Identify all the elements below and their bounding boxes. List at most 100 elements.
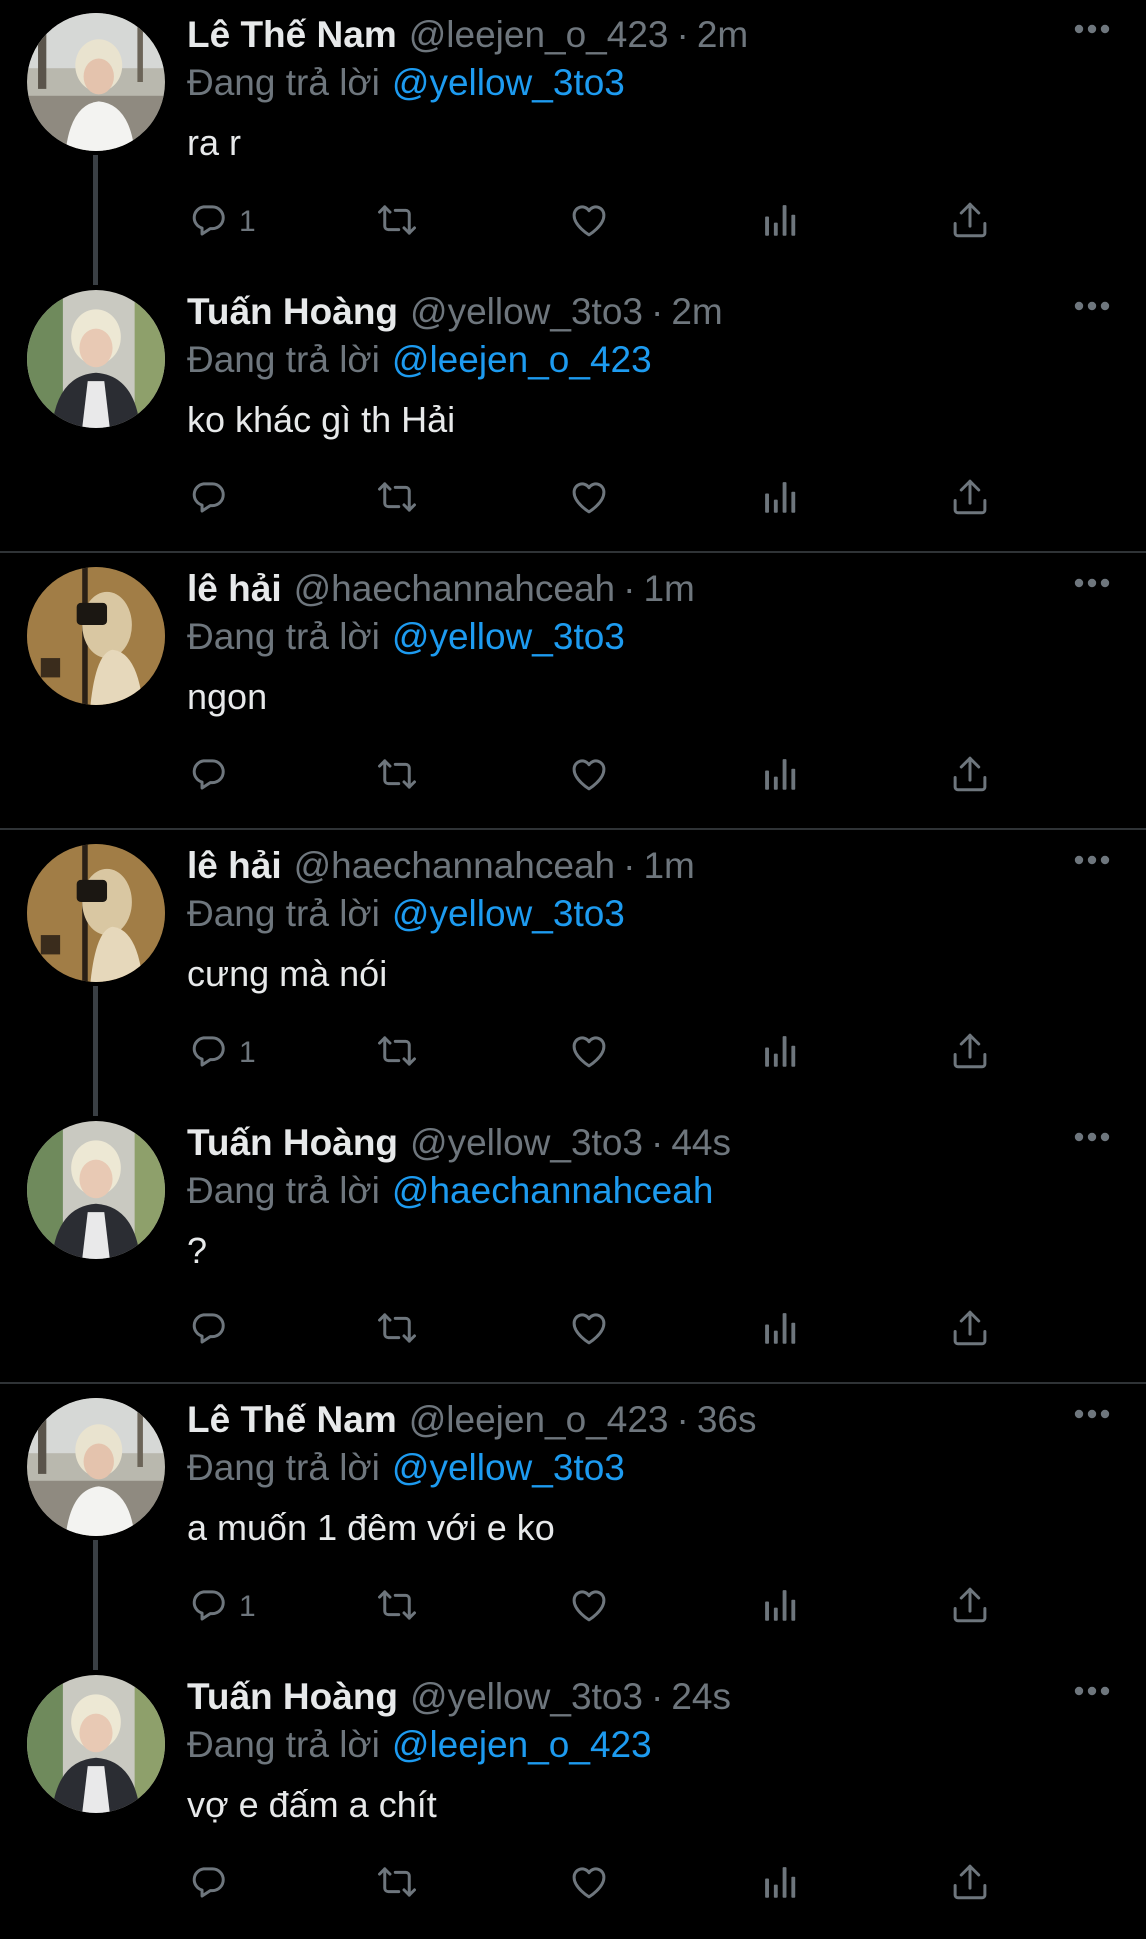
reply-button[interactable] [187,750,239,802]
share-button[interactable] [949,473,991,525]
analytics-button[interactable] [759,1027,801,1079]
avatar[interactable] [27,1121,165,1259]
tweet[interactable]: lê hải @haechannahceah · 1m Đang trả lời… [0,554,1146,831]
share-button[interactable] [949,1304,991,1356]
timestamp[interactable]: 36s [697,1399,757,1441]
reply-button[interactable]: 1 [187,1027,256,1079]
timestamp[interactable]: 2m [697,14,748,56]
user-handle[interactable]: @haechannahceah [294,568,616,610]
display-name[interactable]: Tuấn Hoàng [187,1676,398,1718]
reply-count: 1 [239,205,256,238]
user-handle[interactable]: @leejen_o_423 [409,1399,669,1441]
user-handle[interactable]: @yellow_3to3 [410,1122,643,1164]
retweet-button[interactable] [376,750,418,802]
retweet-button[interactable] [376,1027,418,1079]
share-button[interactable] [949,1858,991,1910]
retweet-button[interactable] [376,1581,418,1633]
share-button[interactable] [949,1027,991,1079]
reply-button[interactable]: 1 [187,196,256,248]
reply-button[interactable] [187,1858,239,1910]
like-button[interactable] [568,1581,610,1633]
analytics-button[interactable] [759,1581,801,1633]
reply-button[interactable]: 1 [187,1581,256,1633]
more-icon[interactable] [1074,576,1110,590]
display-name[interactable]: Tuấn Hoàng [187,1122,398,1164]
analytics-button[interactable] [759,1304,801,1356]
avatar[interactable] [27,290,165,428]
retweet-button[interactable] [376,473,418,525]
tweet-header: Lê Thế Nam @leejen_o_423 · 2m [187,14,748,62]
mention-link[interactable]: @leejen_o_423 [392,339,652,380]
replying-to-label: Đang trả lời [187,339,380,380]
share-button[interactable] [949,1581,991,1633]
mention-link[interactable]: @leejen_o_423 [392,1724,652,1765]
tweet-text: cưng mà nói [187,953,388,994]
display-name[interactable]: Lê Thế Nam [187,1399,397,1441]
user-handle[interactable]: @yellow_3to3 [410,1676,643,1718]
display-name[interactable]: Lê Thế Nam [187,14,397,56]
share-button[interactable] [949,196,991,248]
share-icon [949,1030,991,1077]
mention-link[interactable]: @yellow_3to3 [392,893,625,934]
display-name[interactable]: lê hải [187,568,282,610]
separator-dot: · [650,291,664,332]
replying-to: Đang trả lời @leejen_o_423 [187,339,652,381]
more-icon[interactable] [1074,1130,1110,1144]
timestamp[interactable]: 1m [643,845,694,887]
thread-divider [0,551,1146,553]
avatar[interactable] [27,13,165,151]
more-icon[interactable] [1074,853,1110,867]
heart-icon [568,1584,610,1631]
display-name[interactable]: Tuấn Hoàng [187,291,398,333]
retweet-button[interactable] [376,1304,418,1356]
separator-dot: · [650,1122,664,1163]
analytics-button[interactable] [759,473,801,525]
mention-link[interactable]: @haechannahceah [392,1170,714,1211]
like-button[interactable] [568,1304,610,1356]
reply-button[interactable] [187,1304,239,1356]
user-handle[interactable]: @leejen_o_423 [409,14,669,56]
timestamp[interactable]: 44s [671,1122,731,1164]
more-icon[interactable] [1074,1684,1110,1698]
reply-icon [187,1030,229,1077]
analytics-button[interactable] [759,1858,801,1910]
mention-link[interactable]: @yellow_3to3 [392,1447,625,1488]
analytics-button[interactable] [759,196,801,248]
tweet[interactable]: Lê Thế Nam @leejen_o_423 · 36s Đang trả … [0,1385,1146,1670]
tweet[interactable]: Tuấn Hoàng @yellow_3to3 · 2m Đang trả lờ… [0,277,1146,554]
more-icon[interactable] [1074,22,1110,36]
more-icon[interactable] [1074,1407,1110,1421]
timestamp[interactable]: 2m [671,291,722,333]
retweet-icon [376,476,418,523]
share-button[interactable] [949,750,991,802]
tweet[interactable]: Lê Thế Nam @leejen_o_423 · 2m Đang trả l… [0,0,1146,285]
display-name[interactable]: lê hải [187,845,282,887]
avatar[interactable] [27,844,165,982]
tweet-header: Tuấn Hoàng @yellow_3to3 · 2m [187,291,723,339]
analytics-button[interactable] [759,750,801,802]
reply-button[interactable] [187,473,239,525]
avatar[interactable] [27,1675,165,1813]
like-button[interactable] [568,1027,610,1079]
like-button[interactable] [568,196,610,248]
thread-connector [93,155,98,285]
tweet[interactable]: Tuấn Hoàng @yellow_3to3 · 24s Đang trả l… [0,1662,1146,1939]
mention-link[interactable]: @yellow_3to3 [392,62,625,103]
more-icon[interactable] [1074,299,1110,313]
avatar[interactable] [27,1398,165,1536]
tweet-text: ngon [187,676,268,717]
timestamp[interactable]: 24s [671,1676,731,1718]
user-handle[interactable]: @yellow_3to3 [410,291,643,333]
like-button[interactable] [568,473,610,525]
user-handle[interactable]: @haechannahceah [294,845,616,887]
like-button[interactable] [568,1858,610,1910]
retweet-button[interactable] [376,1858,418,1910]
tweet[interactable]: Tuấn Hoàng @yellow_3to3 · 44s Đang trả l… [0,1108,1146,1385]
mention-link[interactable]: @yellow_3to3 [392,616,625,657]
like-button[interactable] [568,750,610,802]
timestamp[interactable]: 1m [643,568,694,610]
retweet-button[interactable] [376,196,418,248]
avatar[interactable] [27,567,165,705]
tweet[interactable]: lê hải @haechannahceah · 1m Đang trả lời… [0,831,1146,1116]
tweet-header: lê hải @haechannahceah · 1m [187,845,695,893]
